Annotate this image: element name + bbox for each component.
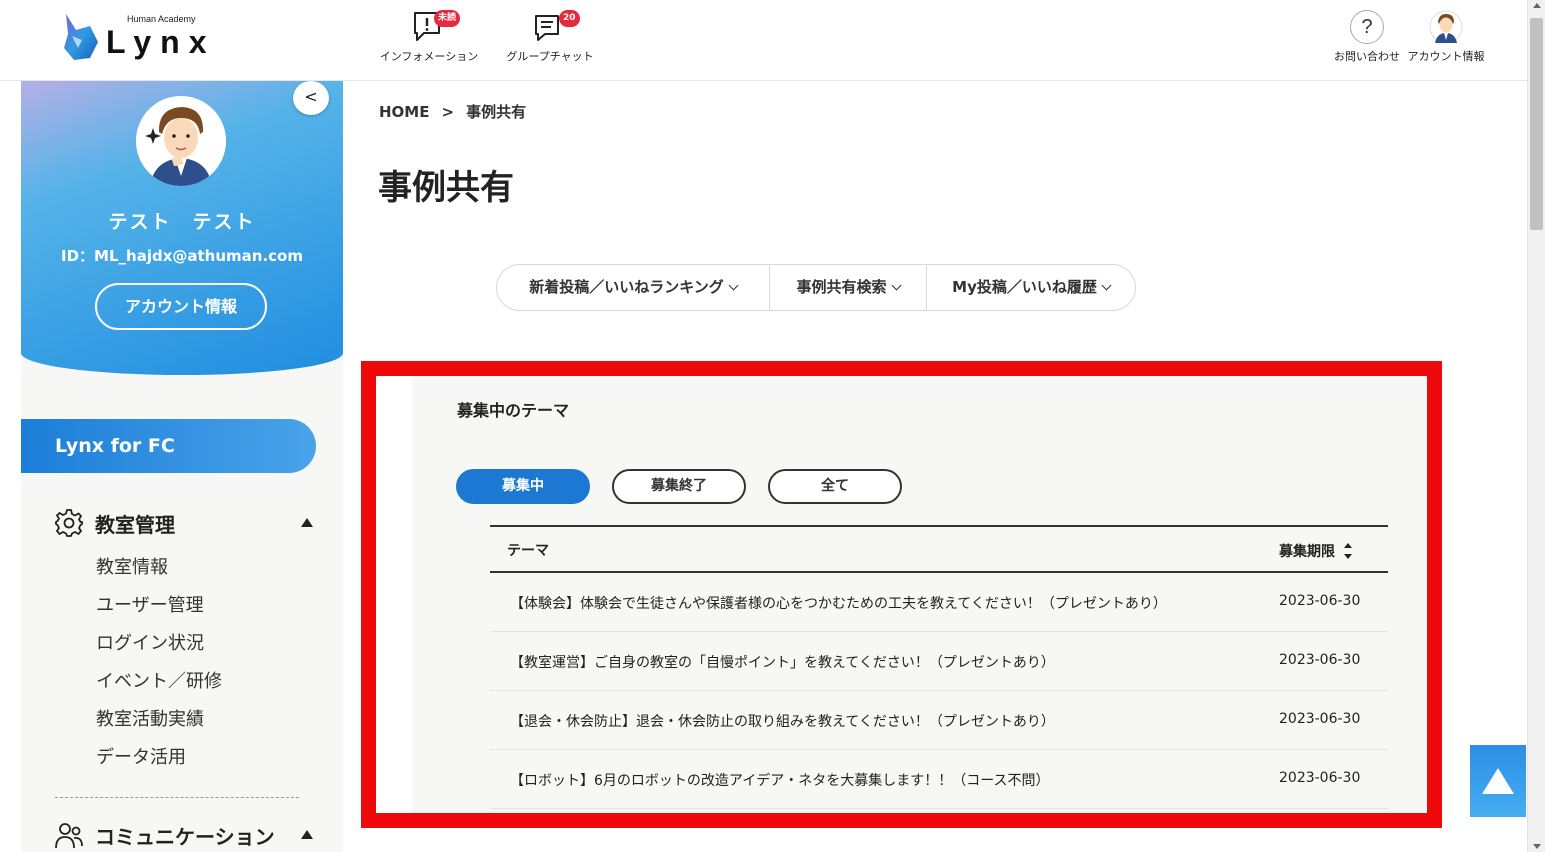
sidebar-item-login-status[interactable]: ログイン状況 [96,628,222,666]
chevron-left-icon: < [304,87,318,106]
breadcrumb-current: 事例共有 [466,103,527,121]
breadcrumb: HOME > 事例共有 [379,101,526,122]
sidebar-section-title: コミュニケーション [95,824,275,849]
filter-ended-button[interactable]: 募集終了 [612,469,746,504]
logo-subtitle: Human Academy [127,14,196,24]
table-header: テーマ 募集期限 [490,525,1388,573]
chevron-down-icon [728,280,739,291]
breadcrumb-separator: > [441,103,455,121]
theme-cell: 【教室運営】ご自身の教室の「自慢ポイント」を教えてください！（プレゼントあり） [510,655,1055,671]
avatar [136,96,226,186]
account-info-button[interactable]: アカウント情報 [95,283,267,330]
deadline-cell: 2023-06-30 [1279,593,1361,609]
table-row[interactable]: 【体験会】体験会で生徒さんや保護者様の心をつかむための工夫を教えてください！（プ… [490,573,1388,632]
question-icon: ? [1350,10,1384,44]
collapse-arrow-icon [301,830,313,839]
header-nav-group-chat[interactable]: 20 グループチャット [503,8,597,64]
table-row[interactable]: 【ロボット】6月のロボットの改造アイデア・ネタを大募集します！！（コース不問） … [490,750,1388,809]
sidebar-item-user-management[interactable]: ユーザー管理 [96,590,222,628]
tab-my-posts[interactable]: My投稿／いいね履歴 [926,265,1135,310]
unread-badge: 未読 [434,10,461,27]
header-nav-label: アカウント情報 [1407,50,1485,63]
table-row[interactable]: 【退会・休会防止】退会・休会防止の取り組みを教えてください！（プレゼントあり） … [490,691,1388,750]
tab-label: 事例共有検索 [796,278,887,296]
user-avatar-icon [1429,10,1463,44]
sidebar-item-classroom-info[interactable]: 教室情報 [96,552,222,590]
header-nav-information[interactable]: 未読 インフォメーション [376,8,482,64]
sidebar-divider [55,797,299,798]
chevron-down-icon [1101,280,1112,291]
header-nav-label: グループチャット [506,50,594,63]
sort-icon [1343,543,1353,559]
top-header: Human Academy Lynx 未読 インフォメーション 20 グループチ… [0,0,1527,81]
filter-all-button[interactable]: 全て [768,469,902,504]
sidebar-section-communication[interactable]: コミュニケーション [53,818,313,852]
deadline-cell: 2023-06-30 [1279,652,1361,668]
sidebar-item-events[interactable]: イベント／研修 [96,666,222,704]
tab-new-posts-ranking[interactable]: 新着投稿／いいねランキング [497,265,769,310]
logo-title: Lynx [106,24,216,60]
chat-count-badge: 20 [559,10,580,27]
tab-case-search[interactable]: 事例共有検索 [769,265,926,310]
sidebar-section-classroom[interactable]: 教室管理 [53,506,313,540]
scroll-down-arrow-icon[interactable] [1533,844,1541,849]
tab-label: My投稿／いいね履歴 [952,278,1097,296]
scrollbar-thumb[interactable] [1530,18,1543,230]
header-nav-label: お問い合わせ [1334,50,1400,63]
lynx-for-fc-button[interactable]: Lynx for FC [21,419,316,473]
header-nav-account[interactable]: アカウント情報 [1405,8,1487,64]
theme-cell: 【退会・休会防止】退会・休会防止の取り組みを教えてください！（プレゼントあり） [510,714,1055,730]
breadcrumb-home-link[interactable]: HOME [379,103,429,121]
column-header-deadline[interactable]: 募集期限 [1279,540,1353,561]
table-row[interactable]: 【教室運営】ご自身の教室の「自慢ポイント」を教えてください！（プレゼントあり） … [490,632,1388,691]
tab-label: 新着投稿／いいねランキング [529,278,724,296]
profile-card: テスト テスト ID：ML_hajdx@athuman.com アカウント情報 [21,81,343,375]
scroll-to-top-button[interactable] [1470,745,1526,817]
lynx-logo[interactable]: Human Academy Lynx [60,10,230,66]
theme-cell: 【体験会】体験会で生徒さんや保護者様の心をつかむための工夫を教えてください！（プ… [510,596,1167,612]
lynx-logo-mark-icon [64,14,98,60]
page-scrollbar[interactable] [1527,0,1545,852]
column-header-label: 募集期限 [1279,544,1335,560]
theme-cell: 【ロボット】6月のロボットの改造アイデア・ネタを大募集します！！（コース不問） [510,773,1050,789]
deadline-cell: 2023-06-30 [1279,770,1361,786]
column-header-theme: テーマ [507,543,549,559]
sidebar-collapse-button[interactable]: < [293,81,329,115]
deadline-cell: 2023-06-30 [1279,711,1361,727]
filter-recruiting-button[interactable]: 募集中 [456,469,590,504]
sidebar: テスト テスト ID：ML_hajdx@athuman.com アカウント情報 … [21,81,343,852]
sidebar-item-activity-record[interactable]: 教室活動実績 [96,704,222,742]
collapse-arrow-icon [301,518,313,527]
sidebar-item-data-usage[interactable]: データ活用 [96,742,222,780]
tab-bar: 新着投稿／いいねランキング 事例共有検索 My投稿／いいね履歴 [496,264,1136,311]
gear-icon [53,507,85,539]
page-title: 事例共有 [378,168,514,208]
user-name: テスト テスト [108,211,256,233]
scroll-up-arrow-icon[interactable] [1533,3,1541,8]
user-avatar-icon [136,96,226,186]
themes-table: テーマ 募集期限 【体験会】体験会で生徒さんや保護者様の心をつかむための工夫を教… [490,525,1388,809]
people-icon [53,819,85,851]
arrow-up-icon [1482,768,1514,794]
sidebar-section-title: 教室管理 [95,512,175,537]
classroom-submenu: 教室情報 ユーザー管理 ログイン状況 イベント／研修 教室活動実績 データ活用 [96,552,222,780]
panel-title: 募集中のテーマ [457,401,570,420]
header-nav-contact[interactable]: ? お問い合わせ [1330,8,1404,64]
user-id: ID：ML_hajdx@athuman.com [61,247,303,265]
header-nav-label: インフォメーション [379,50,479,63]
chevron-down-icon [891,280,901,291]
